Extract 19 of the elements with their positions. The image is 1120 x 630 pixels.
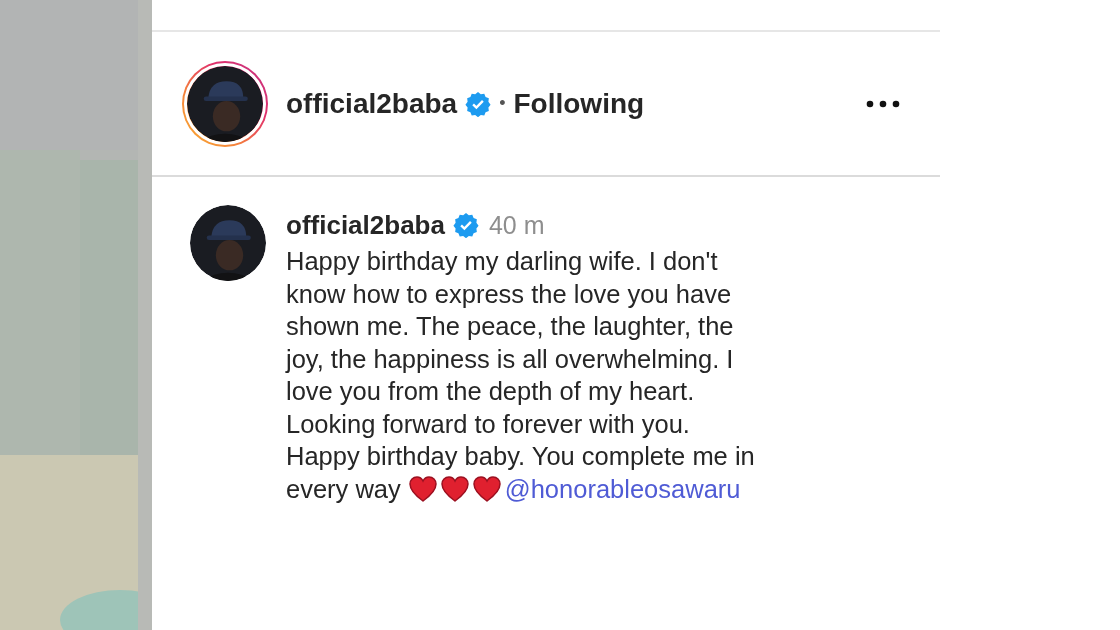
caption-line: love you from the depth of my heart. xyxy=(286,376,695,407)
timestamp: 40 m xyxy=(488,210,545,240)
username[interactable]: official2baba xyxy=(286,209,445,241)
caption-line: Looking forward to forever with you. xyxy=(286,408,690,440)
caption-line: know how to express the love you have xyxy=(286,278,732,310)
username[interactable]: official2baba xyxy=(286,87,458,120)
avatar[interactable] xyxy=(190,205,266,281)
more-options-icon[interactable] xyxy=(866,99,900,108)
heart-icon xyxy=(440,475,469,502)
heart-icon xyxy=(472,475,501,502)
separator-dot: • xyxy=(499,93,506,114)
caption-line: every way xyxy=(286,473,401,505)
caption-line: Happy birthday my darling wife. I don't xyxy=(286,246,718,277)
heart-icon xyxy=(408,475,437,502)
mention-link[interactable]: @honorableosawaru xyxy=(504,472,741,505)
caption-line: Happy birthday baby. You complete me in xyxy=(286,441,755,472)
caption-line: shown me. The peace, the laughter, the xyxy=(286,311,734,342)
caption-line: joy, the happiness is all overwhelming. I xyxy=(286,343,734,375)
following-button[interactable]: Following xyxy=(513,87,645,120)
